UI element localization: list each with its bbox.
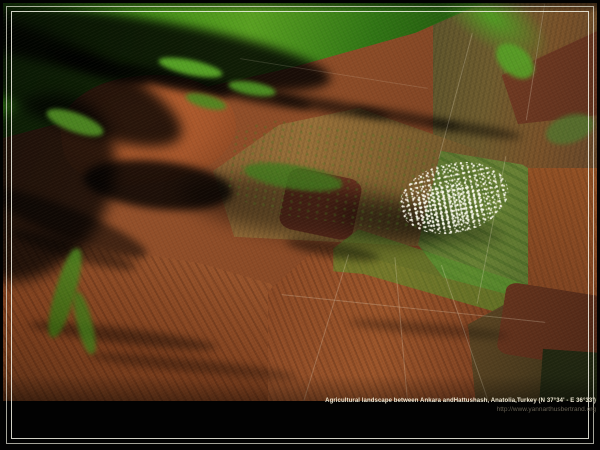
photo-vignette xyxy=(3,3,597,401)
caption-title: Agricultural landscape between Ankara an… xyxy=(325,398,596,406)
photo-credit-url: http://www.yannarthusbertrand.org xyxy=(325,406,596,414)
caption: Agricultural landscape between Ankara an… xyxy=(325,398,596,414)
wallpaper: Agricultural landscape between Ankara an… xyxy=(0,0,600,450)
aerial-photo xyxy=(3,3,597,401)
